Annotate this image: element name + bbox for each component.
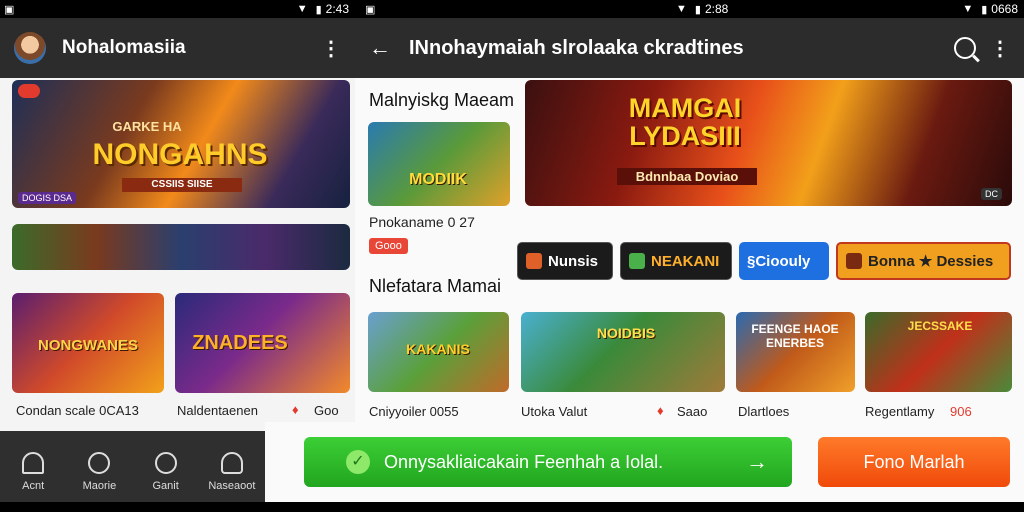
back-arrow-icon[interactable]: ← bbox=[369, 35, 391, 61]
hero-subtitle: GARKE HA bbox=[112, 119, 182, 134]
card-caption: Dlartloes bbox=[738, 404, 790, 419]
compass-icon bbox=[88, 451, 111, 474]
chip-label: Bonna ★ Dessies bbox=[868, 253, 994, 270]
profile-icon bbox=[220, 451, 243, 474]
wifi-icon: ▼ bbox=[676, 3, 687, 15]
hero-banner[interactable]: MAMGAI LYDASIII Bdnnbaa Doviao DC bbox=[525, 80, 1012, 206]
card-art-title: KAKANIS bbox=[406, 341, 470, 357]
location-pin-icon: ♦ bbox=[657, 403, 664, 418]
card-art-title: NOIDBIS bbox=[596, 325, 656, 341]
system-nav-left bbox=[0, 502, 265, 512]
search-icon[interactable] bbox=[954, 37, 976, 59]
status-bar-left: ▣ ▼ ▮ 2:43 bbox=[0, 0, 355, 18]
primary-cta-button[interactable]: ✓ Onnysakliaicakain Feenhah a Iolal. → bbox=[304, 437, 792, 487]
status-time-right: 2:88 bbox=[704, 2, 729, 16]
card-tag-text: 906 bbox=[950, 404, 972, 419]
game-card[interactable]: JECSSAKE bbox=[865, 312, 1012, 392]
battery-icon: ▮ bbox=[315, 3, 322, 16]
bottom-navigation: Acnt Maorie Ganit Naseaoot bbox=[0, 431, 265, 512]
nav-label: Ganit bbox=[152, 479, 179, 492]
clock-icon bbox=[154, 451, 177, 474]
more-menu-icon[interactable]: ⋮ bbox=[321, 36, 341, 61]
wifi-icon: ▼ bbox=[962, 3, 974, 15]
screen-root: ▣ ▼ ▮ 2:43 ▣ ▼ ▮ 2:88 ▼ ▮ 0668 Nohalomas… bbox=[0, 0, 1024, 512]
gamepad-icon bbox=[629, 253, 645, 269]
nav-label: Acnt bbox=[22, 479, 45, 492]
card-tag: Gooo bbox=[369, 238, 408, 254]
section-title: Nlefatara Mamai bbox=[369, 276, 502, 296]
battery-icon: ▮ bbox=[694, 3, 701, 16]
battery-icon: ▮ bbox=[981, 3, 988, 16]
app-title: Nohalomasiia bbox=[62, 37, 186, 58]
hero-badge: DC bbox=[981, 188, 1002, 200]
featured-card[interactable]: MODIIK bbox=[368, 122, 510, 206]
notification-icon: ▣ bbox=[4, 3, 15, 16]
hero-badge: DOGIS DSA bbox=[18, 192, 77, 204]
card-caption: Cniyyoiler 0055 bbox=[369, 404, 459, 419]
check-icon: ✓ bbox=[346, 450, 370, 474]
hero-strap: Bdnnbaa Doviao bbox=[617, 168, 757, 185]
more-menu-icon[interactable]: ⋮ bbox=[990, 36, 1010, 61]
hero-banner[interactable]: GARKE HA NONGAHNS CSSIIS SIISE DOGIS DSA bbox=[12, 80, 350, 208]
chip-label: Nunsis bbox=[548, 252, 599, 270]
guitar-icon bbox=[526, 253, 542, 269]
card-caption: Pnokaname 0 27 bbox=[369, 214, 475, 230]
chip-label: NEAKANI bbox=[651, 252, 720, 270]
app-bar: ← INnohaymaiah slrolaaka ckradtines ⋮ bbox=[355, 18, 1024, 78]
nav-label: Naseaoot bbox=[208, 479, 256, 492]
wifi-icon: ▼ bbox=[296, 3, 308, 15]
app-title: INnohaymaiah slrolaaka ckradtines bbox=[409, 36, 744, 59]
status-bar-right: ▣ ▼ ▮ 2:88 ▼ ▮ 0668 bbox=[355, 0, 1024, 18]
cta-label: Onnysakliaicakain Feenhah a Iolal. bbox=[384, 451, 664, 472]
card-pin-text: Goo bbox=[314, 403, 339, 418]
nav-item-home[interactable]: Acnt bbox=[0, 431, 66, 512]
hero-title: MAMGAI LYDASIII bbox=[628, 93, 742, 152]
category-chip[interactable]: §Cioouly bbox=[739, 242, 829, 280]
section-title: Malnyiskg Maeam bbox=[369, 90, 515, 110]
game-card-2[interactable]: ZNADEES bbox=[175, 293, 350, 393]
nav-item-games[interactable]: Ganit bbox=[133, 431, 199, 512]
app-bar: Nohalomasiia ⋮ bbox=[0, 18, 355, 78]
card-art-title: JECSSAKE bbox=[907, 319, 973, 333]
status-time-left: 2:43 bbox=[325, 2, 349, 16]
card-caption: Naldentaenen bbox=[177, 403, 258, 418]
nav-item-explore[interactable]: Maorie bbox=[66, 431, 132, 512]
game-card[interactable]: KAKANIS bbox=[368, 312, 509, 392]
card-art-title: NONGWANES bbox=[37, 337, 138, 354]
chip-label: §Cioouly bbox=[747, 252, 811, 270]
card-art-title: MODIIK bbox=[409, 171, 467, 188]
card-art-title: FEENGE HAOE ENERBES bbox=[751, 322, 839, 351]
cta-label: Fono Marlah bbox=[863, 451, 965, 472]
game-card[interactable]: FEENGE HAOE ENERBES bbox=[736, 312, 855, 392]
card-caption: Regentlamy bbox=[865, 404, 935, 419]
secondary-cta-button[interactable]: Fono Marlah bbox=[818, 437, 1010, 487]
category-chip[interactable]: NEAKANI bbox=[620, 242, 732, 280]
image-icon: ▣ bbox=[365, 3, 376, 16]
hero-strap: CSSIIS SIISE bbox=[122, 178, 242, 192]
status-right-value: 0668 bbox=[991, 2, 1018, 16]
nav-item-profile[interactable]: Naseaoot bbox=[199, 431, 265, 512]
grid-icon bbox=[846, 253, 862, 269]
card-caption: Utoka Valut bbox=[521, 404, 588, 419]
location-pin-icon: ♦ bbox=[292, 402, 299, 417]
home-icon bbox=[22, 451, 45, 474]
nav-label: Maorie bbox=[82, 479, 117, 492]
secondary-banner[interactable] bbox=[12, 224, 350, 270]
card-art-title: ZNADEES bbox=[192, 332, 288, 354]
card-caption: Condan scale 0CA13 bbox=[16, 403, 139, 418]
game-card-1[interactable]: NONGWANES bbox=[12, 293, 164, 393]
game-card[interactable]: NOIDBIS bbox=[521, 312, 725, 392]
card-pin-text: Saao bbox=[677, 404, 708, 419]
red-badge-icon bbox=[18, 84, 40, 98]
arrow-right-icon: → bbox=[746, 449, 768, 474]
system-nav-right bbox=[265, 502, 1024, 512]
category-chip[interactable]: Nunsis bbox=[517, 242, 613, 280]
category-chip[interactable]: Bonna ★ Dessies bbox=[836, 242, 1011, 280]
avatar[interactable] bbox=[14, 32, 46, 64]
hero-title: NONGAHNS bbox=[92, 138, 268, 171]
